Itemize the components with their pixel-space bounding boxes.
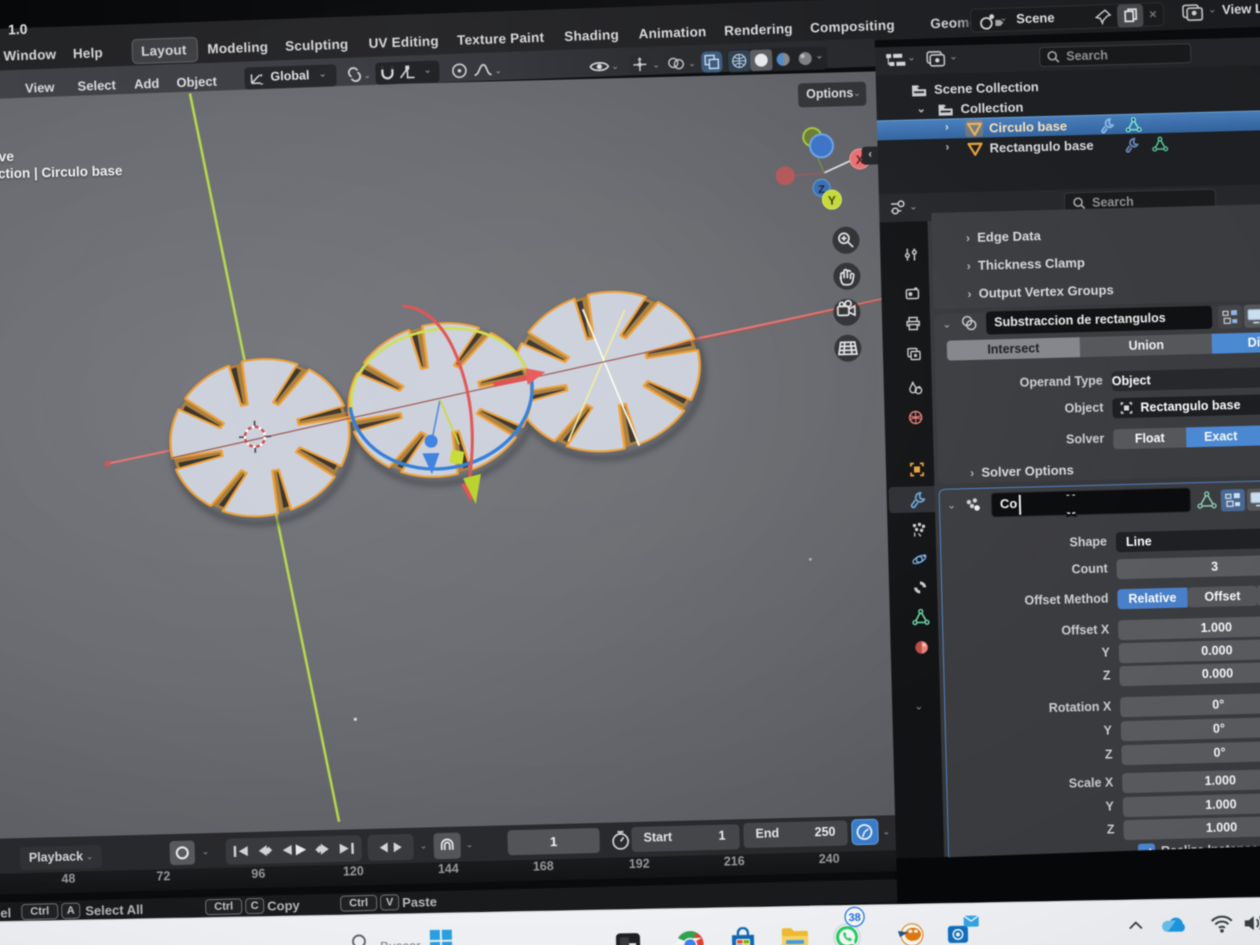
svg-text:Y: Y (828, 194, 836, 208)
svg-text:38: 38 (848, 912, 860, 924)
